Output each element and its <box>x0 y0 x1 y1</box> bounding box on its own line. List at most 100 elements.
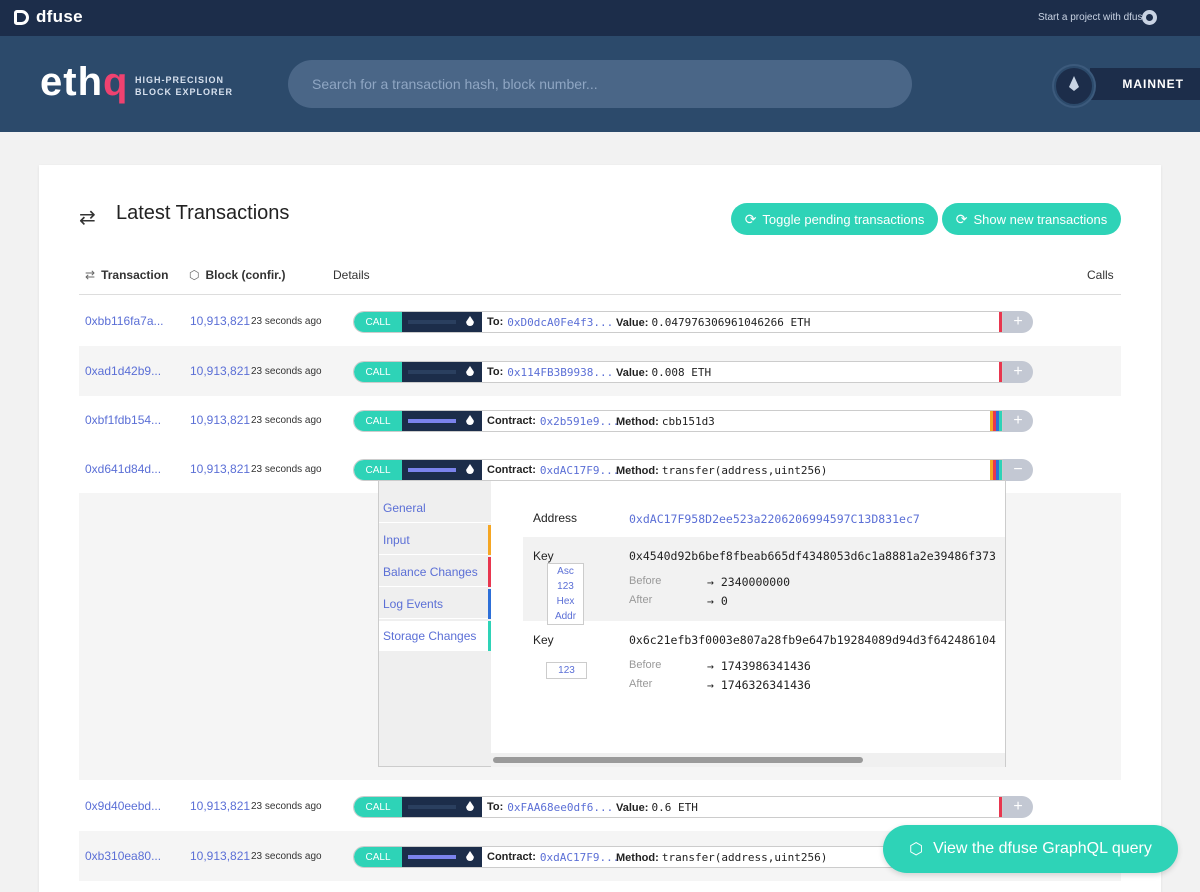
storage-key: 0x4540d92b6bef8fbeab665df4348053d6c1a888… <box>629 549 996 563</box>
tx-hash-link[interactable]: 0xbf1fdb154... <box>85 413 161 427</box>
target-address-link[interactable]: 0xD0dcA0Fe4f3... <box>507 316 613 329</box>
format-option-dec[interactable]: 123 <box>548 579 583 594</box>
tab-input[interactable]: Input <box>379 525 491 555</box>
detail-field: Method: transfer(address,uint256) <box>616 464 827 477</box>
search-input[interactable] <box>288 60 912 108</box>
call-type-stripes <box>999 312 1002 332</box>
call-summary[interactable]: CALL Contract: 0xdAC17F9... Method: tran… <box>353 459 1003 481</box>
header-divider <box>79 294 1121 295</box>
tx-age: 23 seconds ago <box>251 316 322 327</box>
format-option-hex[interactable]: Hex <box>548 594 583 609</box>
call-badge: CALL <box>354 312 402 332</box>
table-row[interactable]: 0xbf1fdb154... 10,913,821 23 seconds ago… <box>79 395 1121 445</box>
horizontal-scrollbar[interactable] <box>491 753 1005 767</box>
expand-button[interactable]: + <box>1003 410 1033 432</box>
call-summary[interactable]: CALL Contract: 0x2b591e9... Method: cbb1… <box>353 410 1003 432</box>
start-project-link[interactable]: Start a project with dfuse <box>1038 12 1148 23</box>
block-link[interactable]: 10,913,821 <box>190 364 250 378</box>
gas-bar-fill <box>408 370 456 374</box>
view-graphql-button[interactable]: ⬡ View the dfuse GraphQL query <box>883 825 1178 873</box>
detail-value: 0.008 ETH <box>651 366 712 379</box>
tx-hash-link[interactable]: 0xad1d42b9... <box>85 364 161 378</box>
table-row[interactable]: 0x9d40eebd... 10,913,821 23 seconds ago … <box>79 781 1121 831</box>
gas-drop-icon <box>466 366 474 376</box>
key-format-selector[interactable]: Asc 123 Hex Addr <box>547 563 584 625</box>
format-option-dec[interactable]: 123 <box>547 663 586 678</box>
column-details: Details <box>333 268 370 282</box>
target-label: To: <box>487 801 504 813</box>
key-format-selector[interactable]: 123 <box>546 662 587 679</box>
tx-hash-link[interactable]: 0xb310ea80... <box>85 849 161 863</box>
call-badge: CALL <box>354 411 402 431</box>
detail-field: Value: 0.6 ETH <box>616 801 698 814</box>
expand-button[interactable]: + <box>1003 311 1033 333</box>
after-value: → 0 <box>707 594 728 608</box>
target-address-link[interactable]: 0x2b591e9... <box>540 415 619 428</box>
tx-hash-link[interactable]: 0xbb116fa7a... <box>85 314 164 328</box>
block-link[interactable]: 10,913,821 <box>190 413 250 427</box>
gas-bar <box>402 312 482 332</box>
gas-drop-icon <box>466 415 474 425</box>
tab-storage-changes[interactable]: Storage Changes <box>379 621 491 651</box>
network-label: MAINNET <box>1090 68 1200 100</box>
table-row[interactable]: 0xbb116fa7a... 10,913,821 23 seconds ago… <box>79 296 1121 346</box>
block-link[interactable]: 10,913,821 <box>190 314 250 328</box>
dfuse-logo[interactable]: dfuse <box>14 7 83 27</box>
column-calls-label: Calls <box>1087 268 1114 282</box>
detail-field: Value: 0.047976306961046266 ETH <box>616 316 810 329</box>
brand-accent: q <box>103 60 129 104</box>
target-address-link[interactable]: 0xdAC17F9... <box>540 851 619 864</box>
gas-drop-icon <box>466 851 474 861</box>
table-row[interactable]: 0xad1d42b9... 10,913,821 23 seconds ago … <box>79 346 1121 396</box>
collapse-button[interactable]: − <box>1003 459 1033 481</box>
column-calls: Calls <box>1087 268 1114 282</box>
before-label: Before <box>629 659 662 671</box>
target-address-link[interactable]: 0x114FB3B9938... <box>507 366 613 379</box>
expand-button[interactable]: + <box>1003 796 1033 818</box>
tx-age: 23 seconds ago <box>251 464 322 475</box>
detail-value: 0.6 ETH <box>651 801 698 814</box>
gas-bar <box>402 847 482 867</box>
address-label: Address <box>533 511 578 525</box>
gas-bar <box>402 797 482 817</box>
call-type-stripes <box>990 460 1002 480</box>
block-link[interactable]: 10,913,821 <box>190 462 250 476</box>
block-link[interactable]: 10,913,821 <box>190 799 250 813</box>
call-summary[interactable]: CALL To: 0xD0dcA0Fe4f3... Value: 0.04797… <box>353 311 1003 333</box>
target-address-link[interactable]: 0xdAC17F9... <box>540 464 619 477</box>
call-type-stripes <box>999 362 1002 382</box>
header: ethq HIGH-PRECISION BLOCK EXPLORER MAINN… <box>0 36 1200 132</box>
call-summary[interactable]: CALL To: 0x114FB3B9938... Value: 0.008 E… <box>353 361 1003 383</box>
gas-bar-fill <box>408 805 456 809</box>
call-badge: CALL <box>354 362 402 382</box>
expand-button[interactable]: + <box>1003 361 1033 383</box>
tab-log-events[interactable]: Log Events <box>379 589 491 619</box>
ethq-logo[interactable]: ethq <box>40 60 128 105</box>
tx-hash-link[interactable]: 0x9d40eebd... <box>85 799 161 813</box>
scrollbar-thumb[interactable] <box>493 757 863 763</box>
tx-hash-link[interactable]: 0xd641d84d... <box>85 462 161 476</box>
show-new-button[interactable]: ⟳ Show new transactions <box>942 203 1121 235</box>
format-option-addr[interactable]: Addr <box>548 609 583 624</box>
column-block-label: Block (confir.) <box>205 268 286 282</box>
panel-tabs: General Input Balance Changes Log Events… <box>379 481 491 766</box>
github-icon[interactable] <box>1142 10 1157 25</box>
network-selector[interactable]: MAINNET <box>1052 66 1200 106</box>
after-label: After <box>629 678 653 690</box>
tab-balance-changes[interactable]: Balance Changes <box>379 557 491 587</box>
block-link[interactable]: 10,913,821 <box>190 849 250 863</box>
tab-label: General <box>383 501 426 515</box>
call-summary[interactable]: CALL To: 0xFAA68ee0df6... Value: 0.6 ETH <box>353 796 1003 818</box>
tab-general[interactable]: General <box>379 493 491 523</box>
tx-age: 23 seconds ago <box>251 366 322 377</box>
gas-bar-fill <box>408 419 456 423</box>
toggle-pending-button[interactable]: ⟳ Toggle pending transactions <box>731 203 938 235</box>
gas-bar-fill <box>408 320 456 324</box>
format-option-asc[interactable]: Asc <box>548 564 583 579</box>
contract-address-link[interactable]: 0xdAC17F958D2ee523a2206206994597C13D831e… <box>629 512 920 526</box>
graphql-icon: ⬡ <box>909 841 924 858</box>
gas-bar <box>402 362 482 382</box>
detail-key: Method: <box>616 416 659 428</box>
target-address-link[interactable]: 0xFAA68ee0df6... <box>507 801 613 814</box>
tagline-line-1: HIGH-PRECISION <box>135 75 225 85</box>
